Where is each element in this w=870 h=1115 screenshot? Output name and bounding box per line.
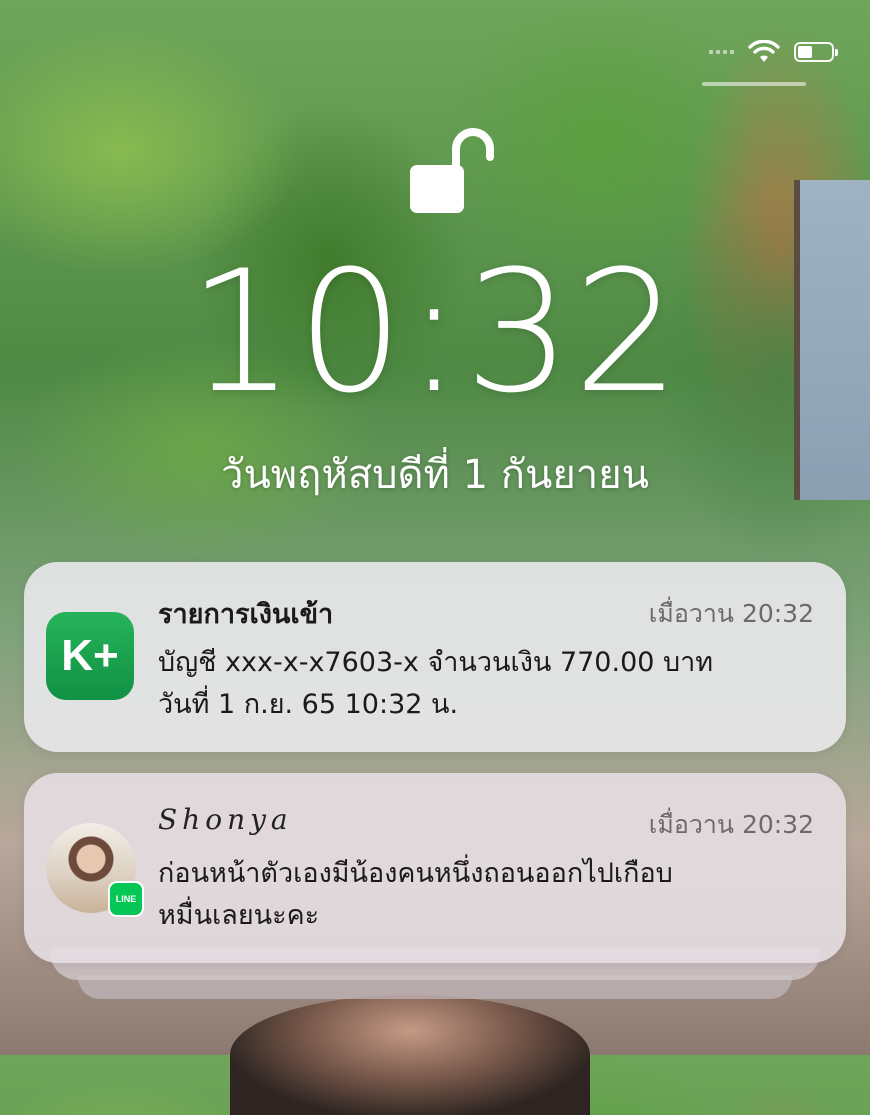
notification-line[interactable]: LINE Shonya เมื่อวาน 20:32 ก่อนหน้าตัวเอ… <box>24 773 846 963</box>
notification-time: เมื่อวาน 20:32 <box>648 599 814 628</box>
status-bar <box>709 40 838 64</box>
notification-title: รายการเงินเข้า <box>158 599 334 630</box>
line-app-icon: LINE <box>108 881 144 917</box>
lock-screen-date: วันพฤหัสบดีที่ 1 กันยายน <box>220 452 650 498</box>
background-photo-person <box>230 995 590 1115</box>
cellular-signal-icon <box>709 50 734 54</box>
notification-title: Shonya <box>158 803 293 836</box>
notification-time: เมื่อวาน 20:32 <box>648 810 814 839</box>
control-center-handle[interactable] <box>702 82 806 86</box>
notification-body: บัญชี xxx-x-x7603-x จำนวนเงิน 770.00 บาท… <box>158 647 714 720</box>
notification-body: ก่อนหน้าตัวเองมีน้องคนหนึ่งถอนออกไปเกือบ… <box>158 858 673 931</box>
lock-screen-time: 10:32 <box>187 234 683 430</box>
notification-kplus[interactable]: K+ รายการเงินเข้า เมื่อวาน 20:32 บัญชี x… <box>24 562 846 752</box>
kplus-app-icon: K+ <box>46 612 134 700</box>
unlocked-padlock-icon <box>410 128 494 213</box>
battery-icon <box>794 42 838 62</box>
wifi-icon <box>748 40 780 62</box>
